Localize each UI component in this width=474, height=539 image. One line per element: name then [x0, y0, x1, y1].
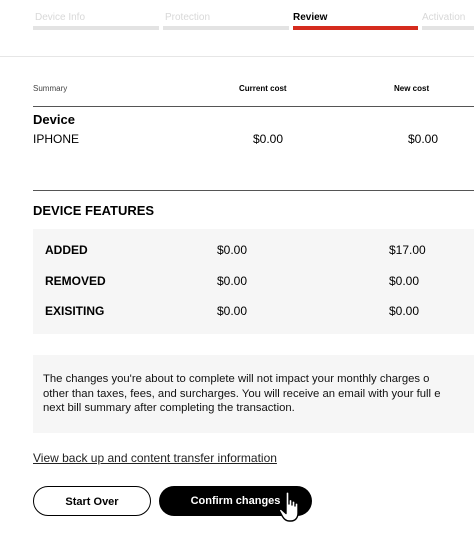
- feature-row-new: $17.00: [389, 243, 426, 257]
- start-over-button[interactable]: Start Over: [33, 486, 151, 516]
- step-bar-activation: [422, 26, 474, 30]
- device-divider: [33, 190, 474, 191]
- feature-row-new: $0.00: [389, 274, 420, 288]
- features-title: DEVICE FEATURES: [33, 203, 155, 218]
- feature-row-current: $0.00: [217, 304, 248, 318]
- transfer-info-link[interactable]: View back up and content transfer inform…: [33, 451, 277, 465]
- notice-panel: The changes you're about to complete wil…: [33, 355, 474, 433]
- current-cost-header: Current cost: [239, 84, 287, 93]
- notice-line: other than taxes, fees, and surcharges. …: [43, 387, 441, 400]
- header-divider: [0, 56, 474, 57]
- feature-row-new: $0.00: [389, 304, 420, 318]
- step-bar-protection: [163, 26, 289, 30]
- notice-line: The changes you're about to complete wil…: [43, 373, 430, 385]
- summary-divider: [33, 106, 474, 107]
- device-title: Device: [33, 112, 75, 127]
- device-name: IPHONE: [33, 132, 80, 146]
- step-device-info: Device Info: [35, 12, 86, 23]
- feature-row-current: $0.00: [217, 274, 248, 288]
- feature-row-label: REMOVED: [45, 274, 106, 288]
- hand-cursor-icon: [278, 491, 299, 522]
- feature-row-label: EXISITING: [45, 304, 105, 318]
- feature-row-current: $0.00: [217, 243, 248, 257]
- device-new-cost: $0.00: [408, 132, 439, 146]
- step-protection: Protection: [165, 12, 211, 23]
- device-current-cost: $0.00: [253, 132, 284, 146]
- new-cost-header: New cost: [394, 84, 430, 93]
- step-review: Review: [293, 12, 328, 23]
- notice-text: The changes you're about to complete wil…: [43, 372, 474, 416]
- feature-row-label: ADDED: [45, 243, 88, 257]
- step-activation: Activation: [422, 12, 466, 23]
- notice-line: next bill summary after completing the t…: [43, 402, 295, 414]
- summary-header: Summary: [33, 84, 68, 93]
- step-bar-device-info: [33, 26, 159, 30]
- step-bar-review: [293, 26, 418, 30]
